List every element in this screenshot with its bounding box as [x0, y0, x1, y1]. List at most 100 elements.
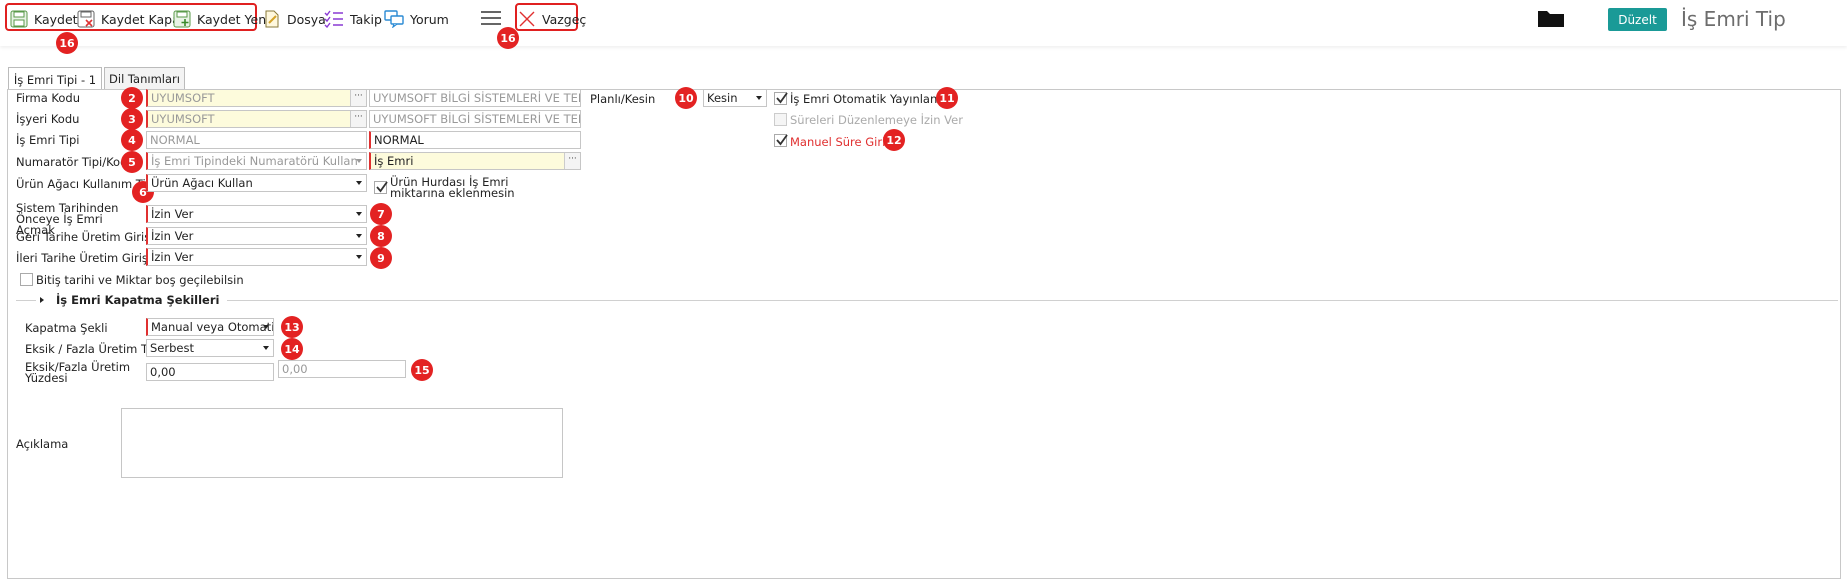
marker-16-save: 16	[56, 32, 78, 54]
toolbar: Kaydet Kaydet Kapat Kaydet Yeni Dosya Ta…	[0, 0, 1847, 54]
checklist-icon	[324, 10, 343, 28]
page-title: İş Emri Tip	[1681, 7, 1786, 31]
checkmark-icon	[776, 92, 788, 104]
bom-usage-select[interactable]: Ürün Ağacı Kullan	[146, 174, 367, 192]
lookup-button[interactable]: ···	[564, 153, 580, 169]
marker-13: 13	[281, 316, 303, 338]
comment-button[interactable]: Yorum	[384, 6, 449, 32]
forwarddate-select[interactable]: İzin Ver	[146, 248, 367, 266]
scrap-checkbox-label: Ürün Hurdası İş Emri miktarına eklenmesi…	[390, 175, 515, 200]
firm-code-field[interactable]: UYUMSOFT ···	[146, 89, 367, 107]
branch-code-description: UYUMSOFT BİLGİ SİSTEMLERİ VE TEKNOLOJİLE…	[369, 110, 581, 128]
planned-select[interactable]: Kesin	[703, 89, 767, 107]
description-label: Açıklama	[16, 437, 69, 451]
planned-value: Kesin	[707, 91, 738, 105]
planned-label: Planlı/Kesin	[590, 92, 656, 106]
cancel-button[interactable]: Vazgeç	[518, 6, 586, 32]
checkmark-icon	[776, 134, 788, 146]
marker-16-cancel: 16	[497, 27, 519, 49]
forwarddate-label: İleri Tarihe Üretim Girişi	[16, 251, 152, 265]
firm-code-description: UYUMSOFT BİLGİ SİSTEMLERİ VE TEKNOLOJİLE…	[369, 89, 581, 107]
file-label: Dosya	[287, 11, 326, 27]
firm-code-label: Firma Kodu	[16, 91, 80, 105]
tab-label: Dil Tanımları	[109, 72, 180, 86]
save-close-icon	[77, 10, 95, 28]
closing-method-value: Manual veya Otomatik	[151, 320, 274, 334]
chevron-down-icon	[263, 325, 269, 329]
tab-language-definitions[interactable]: Dil Tanımları	[104, 67, 185, 90]
marker-5: 5	[121, 151, 143, 173]
lookup-button[interactable]: ···	[350, 111, 366, 127]
hamburger-menu-icon[interactable]	[480, 10, 502, 26]
tolerance-pct-label: Eksik/Fazla Üretim Yüzdesi	[25, 360, 131, 385]
numerator-type-value: İş Emri Tipindeki Numaratörü Kullan	[151, 154, 358, 168]
no-edit-duration-checkbox	[774, 113, 787, 126]
manual-duration-checkbox[interactable]	[774, 134, 788, 147]
chevron-down-icon	[356, 181, 362, 185]
follow-label: Takip	[350, 11, 382, 27]
save-new-button[interactable]: Kaydet Yeni	[173, 6, 270, 32]
numerator-type-select[interactable]: İş Emri Tipindeki Numaratörü Kullan	[146, 152, 367, 170]
marker-4: 4	[121, 129, 143, 151]
expand-arrow-icon	[40, 297, 44, 303]
marker-3: 3	[121, 108, 143, 130]
wo-type-field[interactable]: NORMAL	[146, 131, 367, 149]
numerator-label: Numaratör Tipi/Kodu	[16, 155, 135, 169]
tolerance-type-label: Eksik / Fazla Üretim Tipi	[25, 342, 162, 356]
marker-12: 12	[883, 129, 905, 151]
branch-code-field[interactable]: UYUMSOFT ···	[146, 110, 367, 128]
before-system-date-select[interactable]: İzin Ver	[146, 205, 367, 223]
closing-method-select[interactable]: Manual veya Otomatik	[146, 318, 274, 336]
wo-type-description-field[interactable]: NORMAL	[369, 131, 581, 149]
tab-label: İş Emri Tipi - 1	[13, 72, 97, 87]
chat-icon	[384, 10, 404, 28]
marker-8: 8	[370, 225, 392, 247]
file-button[interactable]: Dosya	[263, 6, 326, 32]
backdate-label: Geri Tarihe Üretim Girişi	[16, 230, 154, 244]
chevron-down-icon	[356, 234, 362, 238]
lookup-button[interactable]: ···	[350, 90, 366, 106]
tab-work-order-type[interactable]: İş Emri Tipi - 1	[8, 67, 102, 91]
chevron-down-icon	[356, 159, 362, 163]
branch-code-value: UYUMSOFT	[151, 112, 215, 126]
closing-section-header[interactable]: İş Emri Kapatma Şekilleri	[36, 293, 228, 307]
closing-section-title: İş Emri Kapatma Şekilleri	[56, 293, 220, 307]
description-textarea[interactable]	[121, 408, 563, 478]
document-icon	[265, 10, 279, 28]
chevron-down-icon	[263, 346, 269, 350]
chevron-down-icon	[356, 255, 362, 259]
chevron-down-icon	[356, 212, 362, 216]
allow-empty-label: Bitiş tarihi ve Miktar boş geçilebilsin	[36, 273, 244, 287]
save-new-label: Kaydet Yeni	[197, 11, 270, 27]
save-icon	[10, 10, 28, 28]
bom-usage-value: Ürün Ağacı Kullan	[151, 176, 253, 190]
marker-11: 11	[936, 87, 958, 109]
save-label: Kaydet	[34, 11, 78, 27]
marker-14: 14	[281, 338, 303, 360]
tolerance-pct-min-field[interactable]: 0,00	[146, 363, 274, 381]
chevron-down-icon	[756, 96, 762, 100]
allow-empty-checkbox[interactable]	[20, 273, 33, 286]
save-close-button[interactable]: Kaydet Kapat	[77, 6, 185, 32]
numerator-code-field[interactable]: İş Emri ···	[369, 152, 581, 170]
edit-button[interactable]: Düzelt	[1608, 8, 1667, 31]
folder-icon[interactable]	[1537, 8, 1565, 28]
manual-duration-label: Manuel Süre Girişi	[790, 135, 895, 149]
backdate-select[interactable]: İzin Ver	[146, 227, 367, 245]
section-divider	[16, 300, 1838, 301]
wo-type-label: İş Emri Tipi	[16, 133, 80, 147]
comment-label: Yorum	[410, 11, 449, 27]
firm-code-value: UYUMSOFT	[151, 91, 215, 105]
auto-publish-checkbox[interactable]	[774, 92, 788, 105]
save-new-icon	[173, 10, 191, 28]
follow-button[interactable]: Takip	[324, 6, 382, 32]
tolerance-type-select[interactable]: Serbest	[146, 339, 274, 357]
marker-10: 10	[675, 87, 697, 109]
marker-9: 9	[370, 247, 392, 269]
marker-7: 7	[370, 203, 392, 225]
cancel-label: Vazgeç	[542, 11, 587, 27]
save-button[interactable]: Kaydet	[10, 6, 78, 32]
tolerance-pct-max-field[interactable]: 0,00	[278, 360, 406, 378]
scrap-checkbox[interactable]	[374, 181, 388, 194]
backdate-value: İzin Ver	[151, 229, 194, 243]
